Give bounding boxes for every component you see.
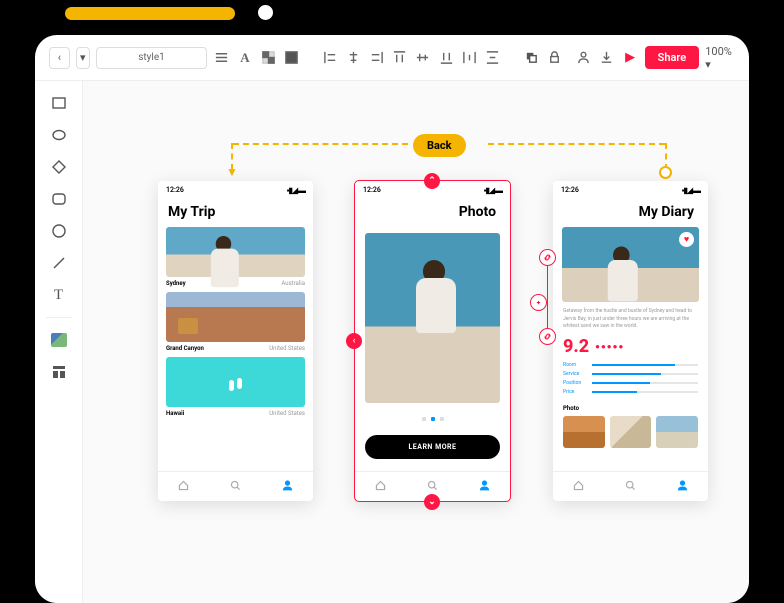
align-center-v-icon[interactable] bbox=[414, 48, 431, 68]
rounded-rect-tool-icon[interactable] bbox=[49, 189, 69, 209]
diary-description: Getaway from the hustle and bustle of Sy… bbox=[553, 302, 708, 336]
trip-name: Sydney bbox=[166, 280, 186, 287]
thumbnail[interactable] bbox=[610, 416, 652, 448]
brand-accent-dot bbox=[258, 5, 273, 20]
link-node-icon[interactable] bbox=[539, 328, 556, 345]
panel-separator bbox=[46, 317, 72, 318]
layers-icon[interactable] bbox=[523, 48, 540, 68]
trip-image bbox=[166, 357, 305, 407]
artboard-photo[interactable]: 12:26▪▮◢ ▬ Photo LEARN MORE bbox=[355, 181, 510, 501]
nav-profile-icon[interactable] bbox=[676, 477, 689, 496]
diamond-tool-icon[interactable] bbox=[49, 157, 69, 177]
rating-bars: Room Service Position Price bbox=[553, 357, 708, 405]
nav-search-icon[interactable] bbox=[624, 477, 637, 496]
status-bar: 12:26▪▮◢ ▬ bbox=[553, 181, 708, 200]
flow-endpoint-icon bbox=[659, 166, 672, 179]
circle-tool-icon[interactable] bbox=[49, 221, 69, 241]
nav-back-button[interactable]: ‹ bbox=[49, 47, 70, 69]
trip-country: United States bbox=[269, 345, 305, 352]
align-bottom-icon[interactable] bbox=[438, 48, 455, 68]
align-top-icon[interactable] bbox=[391, 48, 408, 68]
fill-icon[interactable] bbox=[283, 48, 300, 68]
workspace: T ▼ Back 12:26▪▮◢ ▬ My Trip Sydney Austra… bbox=[35, 81, 749, 603]
brand-accent-bar bbox=[65, 7, 235, 20]
trip-country: Australia bbox=[281, 280, 305, 287]
nav-profile-icon[interactable] bbox=[281, 477, 294, 496]
profile-icon[interactable] bbox=[575, 48, 592, 68]
trip-image bbox=[166, 292, 305, 342]
preview-play-icon[interactable]: ▶ bbox=[622, 48, 639, 68]
layout-tool-icon[interactable] bbox=[49, 362, 69, 382]
thumbnail[interactable] bbox=[656, 416, 698, 448]
text-tool-icon[interactable]: T bbox=[49, 285, 69, 305]
text-style-icon[interactable]: A bbox=[236, 48, 253, 68]
screen-title: My Trip bbox=[158, 200, 313, 227]
screen-title: Photo bbox=[355, 200, 510, 227]
style-selector[interactable]: style1 bbox=[96, 47, 207, 69]
learn-more-button[interactable]: LEARN MORE bbox=[365, 435, 500, 459]
distribute-v-icon[interactable] bbox=[484, 48, 501, 68]
top-toolbar: ‹ ▾ style1 A ▶ Share 100% ▾ bbox=[35, 35, 749, 81]
selection-handle-bottom[interactable]: ⌄ bbox=[424, 494, 440, 510]
nav-dropdown-button[interactable]: ▾ bbox=[76, 47, 90, 69]
flow-connector-left bbox=[233, 143, 408, 145]
align-center-h-icon[interactable] bbox=[345, 48, 362, 68]
zoom-control[interactable]: 100% ▾ bbox=[705, 45, 735, 71]
back-link-badge[interactable]: Back bbox=[413, 134, 466, 157]
line-tool-icon[interactable] bbox=[49, 253, 69, 273]
thumbnail[interactable] bbox=[563, 416, 605, 448]
flow-arrow-icon: ▼ bbox=[226, 165, 238, 179]
trip-image bbox=[166, 227, 305, 277]
rating-value: 9.2 bbox=[563, 336, 589, 357]
trip-item: Hawaii United States bbox=[158, 357, 313, 422]
hero-image bbox=[365, 233, 500, 403]
selection-handle-left[interactable]: ‹ bbox=[346, 333, 362, 349]
rating-dots: ●●●●● bbox=[595, 342, 624, 351]
rating: 9.2 ●●●●● bbox=[553, 336, 708, 357]
nav-profile-icon[interactable] bbox=[478, 477, 491, 496]
distribute-h-icon[interactable] bbox=[461, 48, 478, 68]
canvas[interactable]: ▼ Back 12:26▪▮◢ ▬ My Trip Sydney Australi… bbox=[83, 81, 749, 603]
status-bar: 12:26▪▮◢ ▬ bbox=[158, 181, 313, 200]
nav-home-icon[interactable] bbox=[572, 477, 585, 496]
link-node-center-icon[interactable] bbox=[530, 294, 547, 311]
favorite-icon[interactable]: ♥ bbox=[679, 232, 694, 247]
align-justify-icon[interactable] bbox=[213, 48, 230, 68]
rectangle-tool-icon[interactable] bbox=[49, 93, 69, 113]
trip-name: Grand Canyon bbox=[166, 345, 204, 352]
artboard-my-diary[interactable]: 12:26▪▮◢ ▬ My Diary ♥ Getaway from the h… bbox=[553, 181, 708, 501]
image-tool-icon[interactable] bbox=[49, 330, 69, 350]
share-button[interactable]: Share bbox=[645, 46, 700, 69]
section-label: Photo bbox=[553, 405, 708, 416]
trip-country: United States bbox=[269, 410, 305, 417]
selection-handle-top[interactable]: ⌃ bbox=[424, 173, 440, 189]
lock-icon[interactable] bbox=[546, 48, 563, 68]
page-indicator bbox=[355, 417, 510, 421]
artboard-my-trip[interactable]: 12:26▪▮◢ ▬ My Trip Sydney Australia Grand… bbox=[158, 181, 313, 501]
align-left-icon[interactable] bbox=[322, 48, 339, 68]
screen-title: My Diary bbox=[553, 200, 708, 227]
bottom-nav bbox=[158, 471, 313, 501]
opacity-icon[interactable] bbox=[259, 48, 276, 68]
bottom-nav bbox=[553, 471, 708, 501]
photo-thumbnails bbox=[553, 416, 708, 448]
flow-connector-right bbox=[488, 143, 665, 145]
align-right-icon[interactable] bbox=[368, 48, 385, 68]
link-node-icon[interactable] bbox=[539, 249, 556, 266]
left-tool-panel: T bbox=[35, 81, 83, 603]
nav-home-icon[interactable] bbox=[177, 477, 190, 496]
download-icon[interactable] bbox=[598, 48, 615, 68]
trip-item: Grand Canyon United States bbox=[158, 292, 313, 357]
ellipse-tool-icon[interactable] bbox=[49, 125, 69, 145]
editor-window: ‹ ▾ style1 A ▶ Share 100% ▾ bbox=[35, 35, 749, 603]
hero-image: ♥ bbox=[562, 227, 699, 302]
trip-item: Sydney Australia bbox=[158, 227, 313, 292]
prototype-link-path bbox=[545, 256, 548, 336]
nav-home-icon[interactable] bbox=[374, 477, 387, 496]
nav-search-icon[interactable] bbox=[229, 477, 242, 496]
trip-name: Hawaii bbox=[166, 410, 184, 417]
